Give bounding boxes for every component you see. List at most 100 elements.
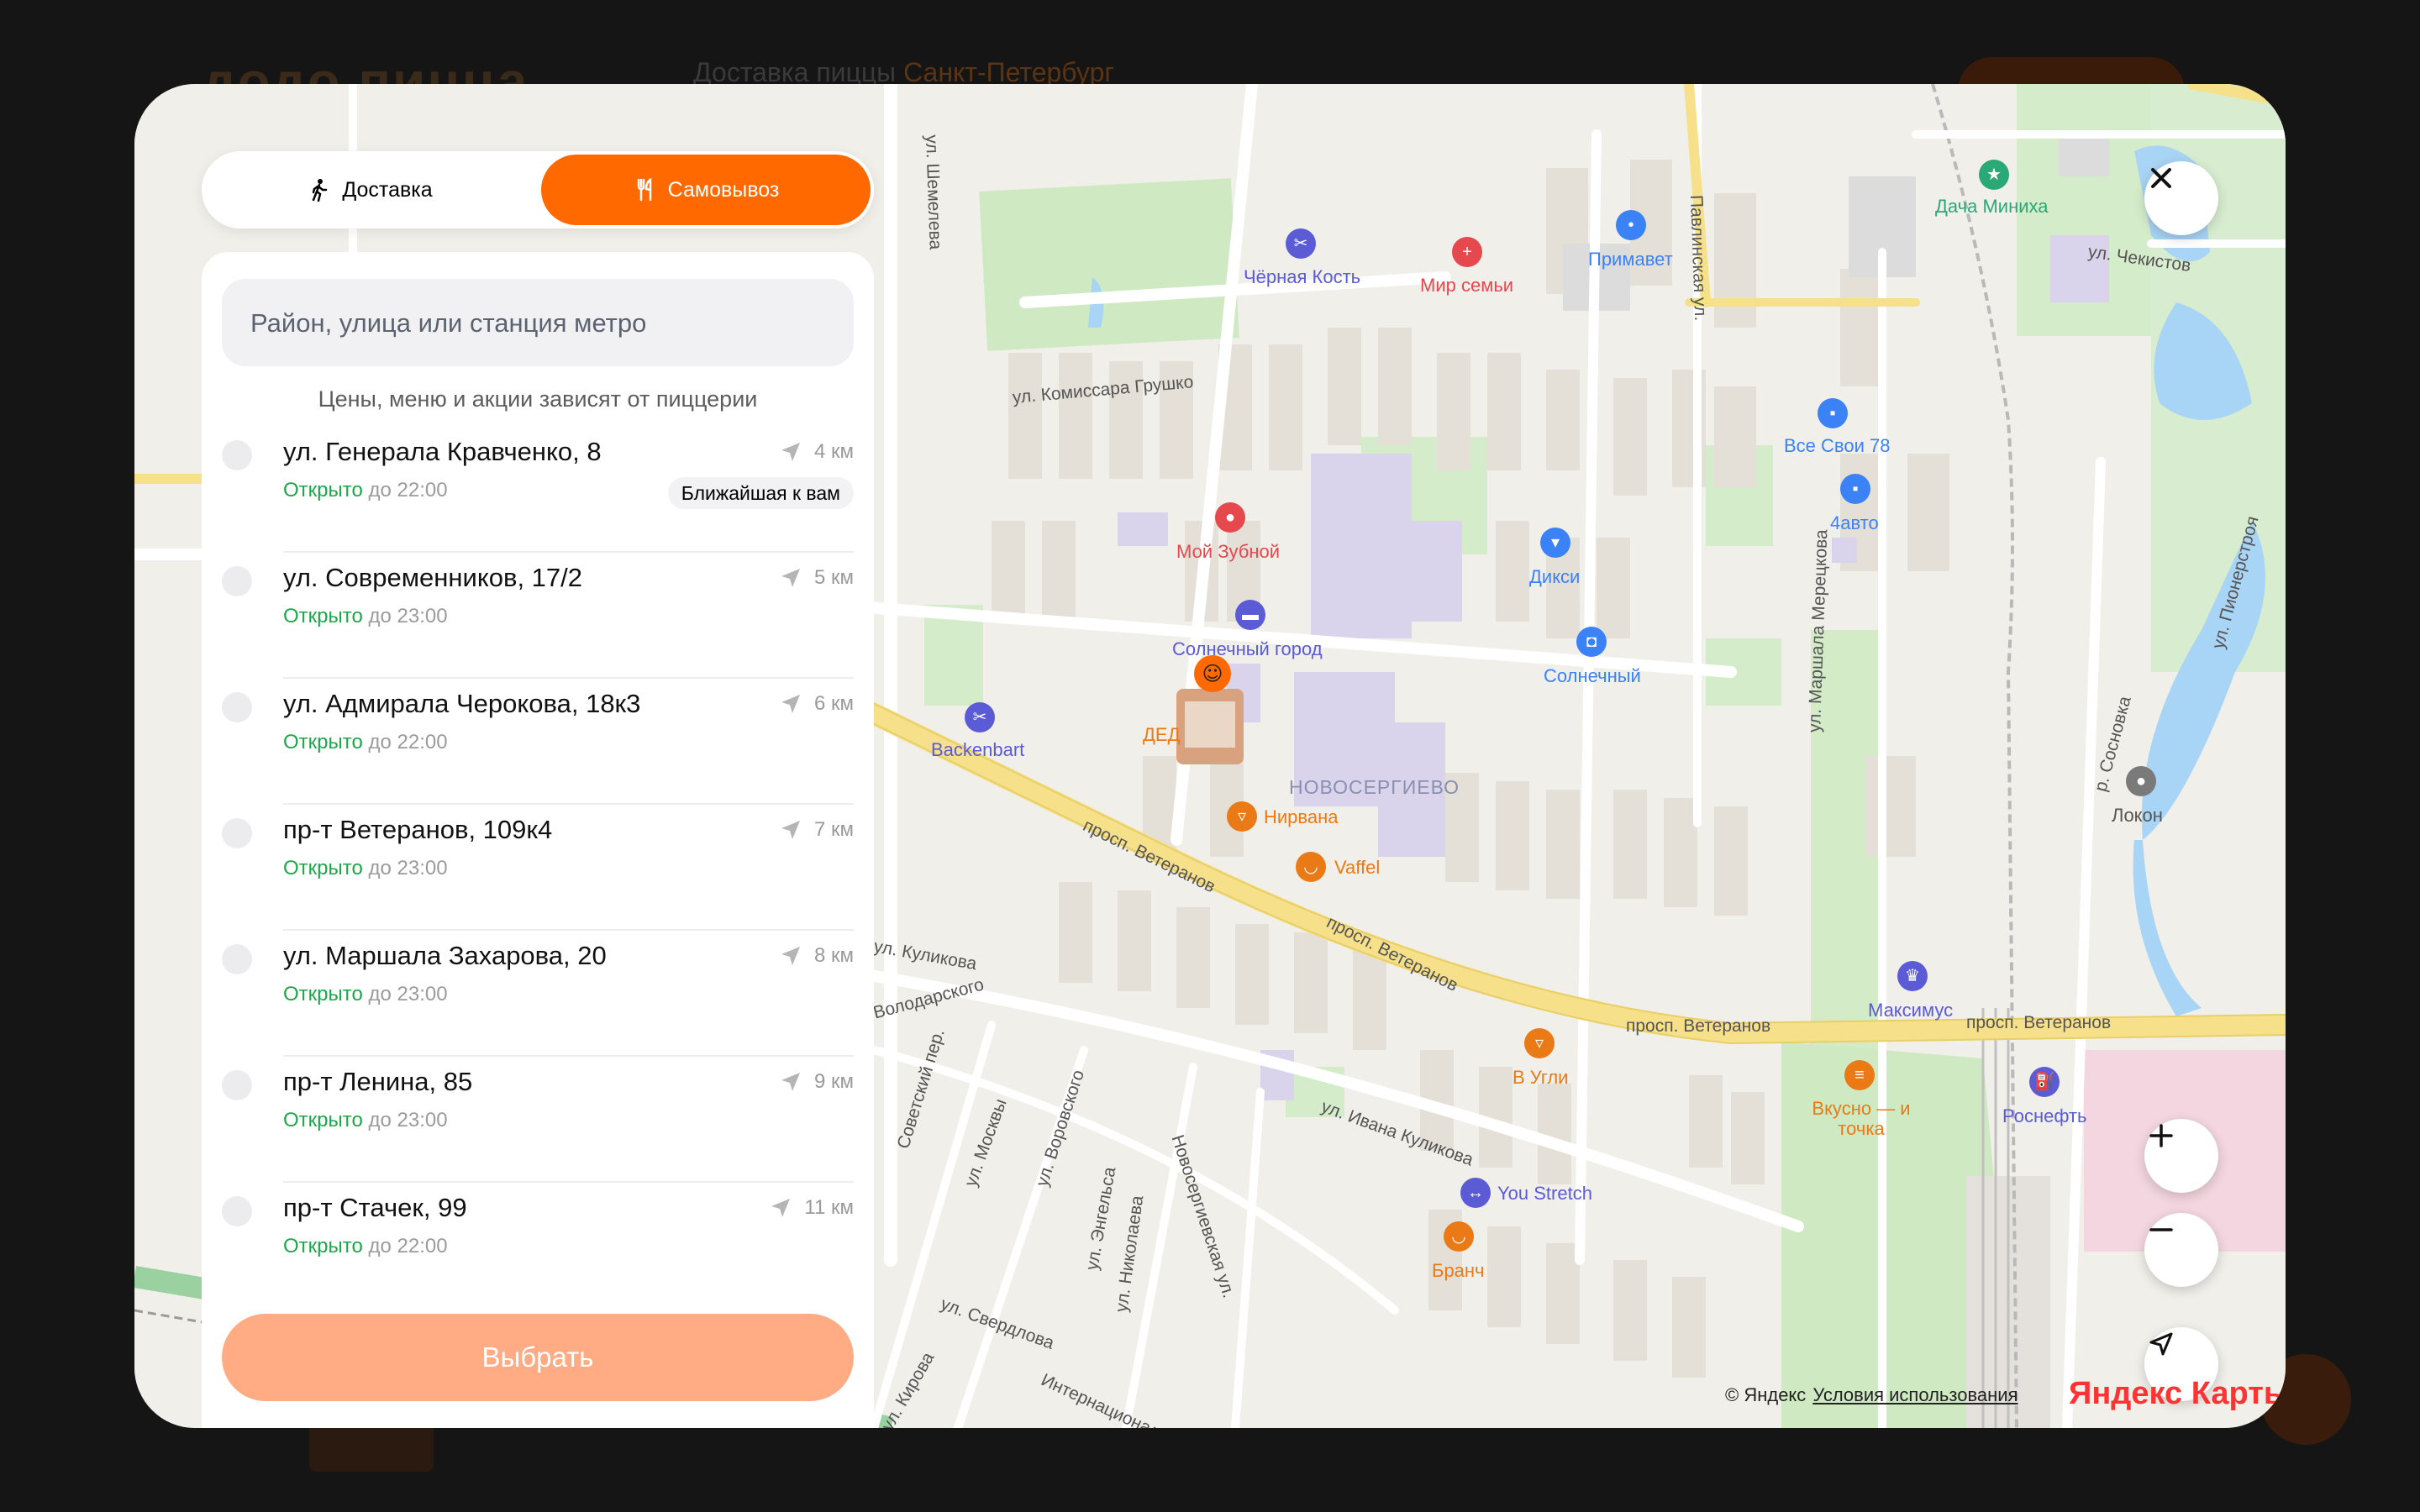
star-icon[interactable]: ★ [1979,160,2009,190]
open-status: Открыто до 23:00 [283,983,448,1005]
walking-icon [313,179,328,202]
poi-label[interactable]: Максимус [1868,1000,1953,1021]
car-icon[interactable]: ▪ [1818,398,1848,428]
pizzeria-address: ул. Маршала Захарова, 20 [283,941,607,970]
fuel-icon[interactable]: ⛽ [2029,1067,2060,1097]
svg-text:☺: ☺ [1202,662,1223,685]
close-icon [2151,168,2171,188]
pizzeria-address: пр-т Ветеранов, 109к4 [283,815,553,844]
scissors-icon[interactable]: ✂ [965,702,995,732]
location-arrow-icon [771,1199,791,1217]
nearest-badge: Ближайшая к вам [667,477,854,509]
close-button[interactable] [2144,161,2218,235]
map-copyright: © Яндекс Условия использования [1725,1384,2018,1405]
radio-button[interactable] [222,440,252,470]
poi-label[interactable]: Нирвана [1264,806,1338,828]
street-label: просп. Ветеранов [1626,1016,1771,1036]
tab-delivery[interactable]: Доставка [205,155,534,225]
poi-label[interactable]: Мир семьи [1420,275,1513,297]
poi-label[interactable]: Примавет [1588,249,1673,270]
choose-button[interactable]: Выбрать [222,1314,854,1401]
list-item[interactable]: пр-т Ленина, 85 9 км Открыто до 23:00 [202,1057,874,1183]
pizzeria-address: ул. Генерала Кравченко, 8 [283,437,602,466]
radio-button[interactable] [222,1070,252,1100]
poi-label[interactable]: Vaffel [1334,857,1380,879]
list-item[interactable]: ул. Современников, 17/2 5 км Открыто до … [202,553,874,679]
burger-icon[interactable]: ≡ [1844,1060,1875,1090]
radio-button[interactable] [222,818,252,848]
pizzeria-address: пр-т Ленина, 85 [283,1067,473,1096]
delivery-mode-toggle: Доставка Самовывоз [202,151,874,228]
street-label: просп. Ветеранов [1966,1013,2112,1032]
poi-label[interactable]: Дикси [1529,566,1580,588]
poi-label[interactable]: Backenbart [931,739,1024,761]
distance: 7 км [779,818,854,842]
poi-label[interactable]: Солнечный город [1172,638,1323,660]
city-selector[interactable]: Санкт-Петербург [903,57,1114,87]
search-input[interactable] [249,279,832,368]
open-status: Открыто до 23:00 [283,605,448,627]
tab-pickup[interactable]: Самовывоз [541,155,871,225]
pizzeria-address: ул. Современников, 17/2 [283,563,583,592]
zoom-out-button[interactable] [2144,1213,2218,1287]
district-label: НОВОСЕРГИЕВО [1289,776,1460,798]
poi-label[interactable]: Чёрная Кость [1244,266,1360,288]
open-status: Открыто до 23:00 [283,1109,448,1131]
poi-label[interactable]: Роснефть [2002,1105,2086,1127]
list-item[interactable]: ул. Адмирала Черокова, 18к3 6 км Открыто… [202,679,874,805]
tab-pickup-label: Самовывоз [667,177,780,202]
radio-button[interactable] [222,1196,252,1226]
scissors-icon[interactable]: ✂ [1286,228,1316,259]
medical-icon[interactable]: + [1452,237,1482,267]
trophy-icon[interactable]: ♛ [1897,961,1928,991]
poi-label[interactable]: Все Свои 78 [1784,435,1890,457]
radio-button[interactable] [222,566,252,596]
fork-knife-icon [637,177,651,202]
open-status: Открыто до 23:00 [283,857,448,879]
location-arrow-icon [781,821,800,839]
open-status: Открыто до 22:00 [283,1235,448,1257]
open-status: Открыто до 22:00 [283,479,448,501]
zoom-in-button[interactable] [2144,1119,2218,1193]
location-arrow-icon [781,947,800,965]
poi-label[interactable]: Мой Зубной [1176,541,1280,563]
poi-label[interactable]: 4авто [1830,512,1879,534]
poi-label[interactable]: You Stretch [1497,1183,1592,1205]
distance: 5 км [779,566,854,590]
pizzeria-address: пр-т Стачек, 99 [283,1193,467,1222]
poi-label[interactable]: Вкусно — и точка [1811,1099,1912,1139]
radio-button[interactable] [222,944,252,974]
food-icon[interactable]: ▿ [1524,1028,1555,1058]
paw-icon[interactable]: • [1616,210,1646,240]
poi-label[interactable]: Солнечный [1544,665,1641,687]
tooth-icon[interactable]: ● [1215,502,1245,533]
tab-delivery-label: Доставка [342,177,433,202]
terms-link[interactable]: Условия использования [1812,1384,2018,1405]
coffee-icon[interactable]: ◡ [1444,1221,1474,1252]
poi-label[interactable]: ДЕД [1143,724,1180,746]
car-icon[interactable]: ▪ [1840,474,1870,504]
plus-icon [2149,1124,2173,1147]
beauty-icon[interactable]: ● [2126,766,2156,796]
poi-label[interactable]: Бранч [1432,1260,1485,1282]
poi-label[interactable]: Дача Миниха [1935,196,2049,218]
distance: 9 км [779,1070,854,1094]
open-status: Открыто до 22:00 [283,731,448,753]
list-item[interactable]: ул. Маршала Захарова, 20 8 км Открыто до… [202,931,874,1057]
pizzeria-picker-modal: ☺ ул. Комиссара Грушко просп. Ветеранов … [134,84,2286,1428]
yandex-maps-logo[interactable]: Яндекс Карты [2069,1376,2286,1412]
shopping-bag-icon[interactable]: ◘ [1576,627,1607,657]
poi-label[interactable]: Локон [2112,805,2163,827]
food-icon[interactable]: ▿ [1227,801,1257,832]
list-item[interactable]: ул. Генерала Кравченко, 8 4 км Открыто д… [202,427,874,553]
distance: 8 км [779,944,854,968]
briefcase-icon[interactable]: ▬ [1235,600,1265,630]
list-item[interactable]: пр-т Ветеранов, 109к4 7 км Открыто до 23… [202,805,874,931]
price-hint: Цены, меню и акции зависят от пиццерии [318,386,758,412]
fitness-icon[interactable]: ↔ [1460,1178,1491,1208]
radio-button[interactable] [222,692,252,722]
poi-label[interactable]: В Угли [1512,1067,1568,1089]
street-label: ул. Шемелева [922,134,945,250]
basket-icon[interactable]: ▾ [1540,528,1570,558]
coffee-icon[interactable]: ◡ [1296,852,1326,882]
